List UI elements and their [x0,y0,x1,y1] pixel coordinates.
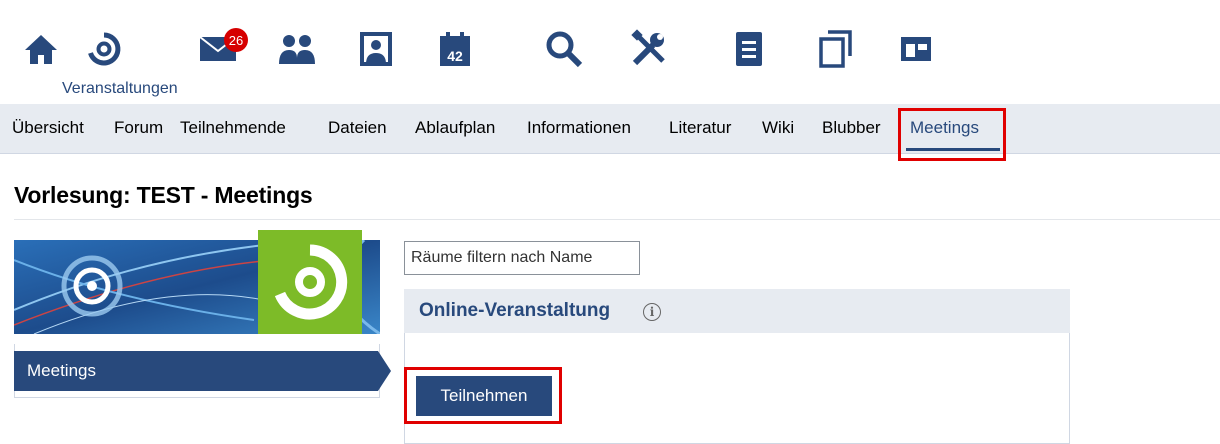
tab-wiki[interactable]: Wiki [762,118,794,138]
top-navigation: 26 42 Veranstaltungen [0,0,1220,104]
community-icon[interactable] [272,24,322,74]
calendar-icon[interactable]: 42 [430,24,480,74]
tab-information[interactable]: Informationen [527,118,631,138]
tab-overview[interactable]: Übersicht [12,118,84,138]
title-divider [14,219,1220,220]
tab-meetings[interactable]: Meetings [910,118,979,138]
room-filter-input[interactable] [404,241,640,275]
tools-icon[interactable] [624,24,674,74]
meetings-logo [258,230,362,334]
mail-badge: 26 [224,28,248,52]
info-icon[interactable]: i [643,303,661,321]
tab-forum[interactable]: Forum [114,118,163,138]
tab-schedule[interactable]: Ablaufplan [415,118,495,138]
room-title: Online-Veranstaltung [419,300,611,321]
sidebar-active-arrow [378,351,391,391]
join-button[interactable]: Teilnehmen [416,376,552,416]
files-icon[interactable] [810,24,860,74]
profile-icon[interactable] [351,24,401,74]
search-icon[interactable] [539,24,589,74]
tab-literature[interactable]: Literatur [669,118,731,138]
active-tab-indicator [906,148,1000,151]
course-tabs: Übersicht Forum Teilnehmende Dateien Abl… [0,104,1220,154]
document-icon[interactable] [724,24,774,74]
sidebar-item-meetings[interactable]: Meetings [14,351,378,391]
calendar-day: 42 [447,48,463,64]
tab-files[interactable]: Dateien [328,118,387,138]
tab-blubber[interactable]: Blubber [822,118,881,138]
home-icon[interactable] [16,24,66,74]
courses-icon[interactable] [79,24,129,74]
page-title: Vorlesung: TEST - Meetings [14,182,313,208]
active-nav-label[interactable]: Veranstaltungen [62,80,178,98]
admin-icon[interactable] [891,24,941,74]
tab-participants[interactable]: Teilnehmende [180,118,286,138]
